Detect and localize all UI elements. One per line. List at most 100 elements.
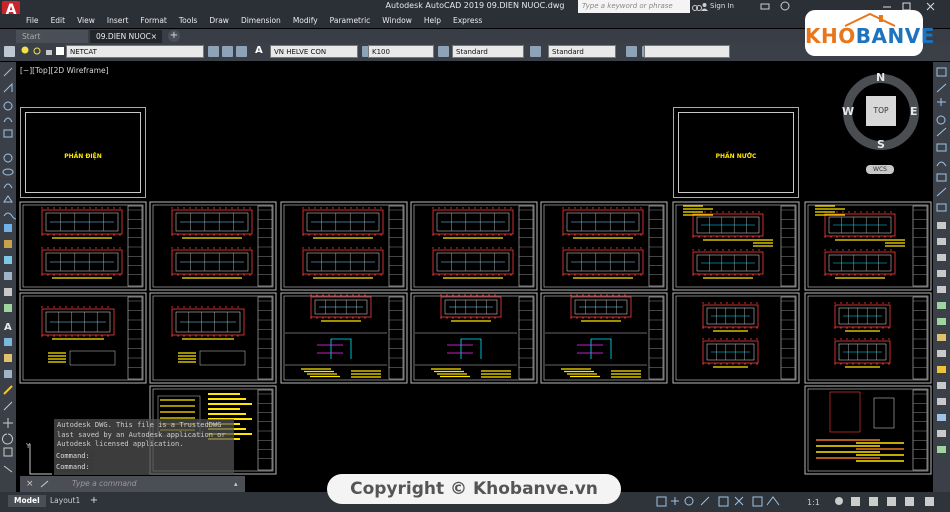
grid-dot: [183, 274, 185, 276]
grid-dot: [734, 274, 736, 276]
grid-dot: [474, 207, 476, 209]
grid-dot: [592, 274, 594, 276]
grid-dot: [237, 207, 239, 209]
grid-dot: [362, 274, 364, 276]
grid-dot: [628, 234, 630, 236]
grid-dot: [486, 207, 488, 209]
grid-dot: [107, 247, 109, 249]
grid-dot: [438, 274, 440, 276]
grid-dot: [722, 211, 724, 213]
grid-dot: [314, 234, 316, 236]
grid-dot: [338, 234, 340, 236]
grid-dot: [59, 274, 61, 276]
grid-dot: [189, 306, 191, 308]
grid-dot: [830, 236, 832, 238]
grid-dot: [704, 211, 706, 213]
grid-dot: [882, 338, 884, 340]
grid-dot: [302, 274, 304, 276]
grid-dot: [610, 207, 612, 209]
grid-dot: [119, 234, 121, 236]
grid-dot: [616, 247, 618, 249]
grid-dot: [586, 274, 588, 276]
tab-layout1[interactable]: Layout1: [44, 495, 86, 507]
grid-dot: [41, 335, 43, 337]
grid-dot: [177, 274, 179, 276]
annotation-scale[interactable]: 1:1: [807, 498, 820, 507]
grid-dot: [610, 234, 612, 236]
grid-dot: [702, 363, 704, 365]
grid-dot: [726, 327, 728, 329]
tab-model[interactable]: Model: [8, 495, 46, 507]
grid-dot: [189, 335, 191, 337]
grid-dot: [758, 211, 760, 213]
grid-dot: [852, 363, 854, 365]
grid-dot: [356, 247, 358, 249]
grid-dot: [171, 306, 173, 308]
grid-dot: [858, 327, 860, 329]
grid-dot: [698, 274, 700, 276]
drawing-sheet: [410, 292, 538, 384]
grid-dot: [582, 294, 584, 296]
grid-dot: [740, 249, 742, 251]
grid-dot: [95, 274, 97, 276]
grid-dot: [824, 249, 826, 251]
grid-dot: [574, 234, 576, 236]
grid-dot: [866, 249, 868, 251]
grid-dot: [113, 247, 115, 249]
grid-dot: [344, 274, 346, 276]
grid-dot: [59, 247, 61, 249]
grid-dot: [328, 294, 330, 296]
status-toggle-icons[interactable]: 1:1: [655, 495, 945, 509]
grid-dot: [344, 207, 346, 209]
command-input[interactable]: Type a command: [20, 476, 245, 492]
grid-dot: [618, 294, 620, 296]
grid-dot: [714, 338, 716, 340]
wcs-menu[interactable]: WCS: [866, 165, 894, 174]
grid-dot: [119, 274, 121, 276]
grid-dot: [600, 317, 602, 319]
compass-north[interactable]: N: [876, 71, 885, 84]
grid-dot: [758, 274, 760, 276]
grid-dot: [195, 274, 197, 276]
grid-dot: [474, 234, 476, 236]
riser-branch: [447, 344, 473, 354]
grid-dot: [83, 247, 85, 249]
grid-dot: [504, 234, 506, 236]
command-settings-icon[interactable]: [40, 480, 49, 489]
grid-dot: [622, 274, 624, 276]
grid-dot: [368, 274, 370, 276]
grid-dot: [113, 234, 115, 236]
copyright-watermark: Copyright © Khobanve.vn: [327, 474, 621, 504]
grid-dot: [356, 234, 358, 236]
grid-dot: [640, 207, 642, 209]
grid-dot: [344, 247, 346, 249]
viewcube-top-face[interactable]: TOP: [866, 96, 896, 126]
grid-dot: [752, 249, 754, 251]
grid-dot: [738, 327, 740, 329]
grid-dot: [598, 247, 600, 249]
grid-dot: [53, 306, 55, 308]
grid-dot: [302, 207, 304, 209]
grid-dot: [440, 294, 442, 296]
grid-dot: [588, 294, 590, 296]
grid-dot: [854, 274, 856, 276]
grid-dot: [53, 234, 55, 236]
compass-south[interactable]: S: [877, 138, 885, 151]
command-recent-icon[interactable]: ▴: [234, 480, 243, 489]
grid-dot: [101, 306, 103, 308]
command-close-icon[interactable]: ×: [26, 480, 35, 489]
grid-dot: [308, 247, 310, 249]
sheet-frame: [152, 204, 274, 288]
grid-dot: [171, 247, 173, 249]
grid-dot: [65, 207, 67, 209]
compass-east[interactable]: E: [910, 105, 918, 118]
sheet-frame: [675, 204, 797, 288]
grid-dot: [888, 302, 890, 304]
compass-west[interactable]: W: [842, 105, 854, 118]
grid-dot: [592, 247, 594, 249]
add-layout-button[interactable]: +: [88, 495, 100, 507]
command-history-line: Autodesk DWG. This file is a TrustedDWG: [57, 421, 222, 429]
grid-dot: [89, 274, 91, 276]
grid-dot: [740, 211, 742, 213]
grid-dot: [95, 335, 97, 337]
